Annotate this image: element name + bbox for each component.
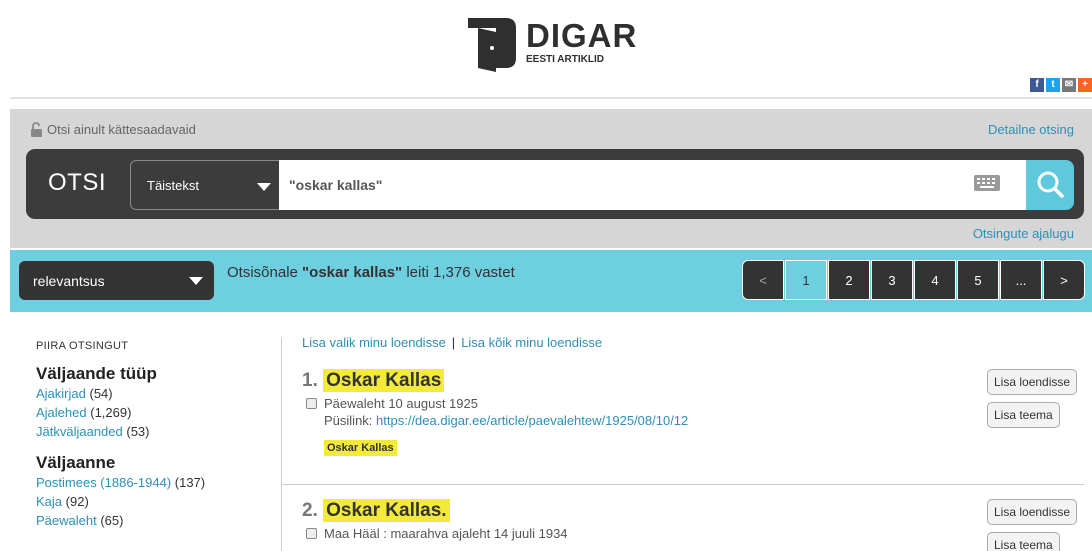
search-label: OTSI — [48, 169, 107, 196]
permalink-url[interactable]: https://dea.digar.ee/article/paevalehtew… — [376, 413, 688, 428]
filter-heading-publication: Väljaanne — [36, 453, 116, 472]
result-permalink: Püsilink: https://dea.digar.ee/article/p… — [324, 413, 1082, 428]
digar-logo-icon — [468, 18, 516, 72]
result-item: 1. Oskar Kallas Päewaleht 10 august 1925… — [302, 369, 1082, 456]
digar-logo[interactable]: DIGAR EESTI ARTIKLID — [466, 14, 637, 72]
detailed-search-link[interactable]: Detailne otsing — [988, 122, 1074, 137]
count-prefix: Otsisõnale — [227, 264, 303, 281]
filter-count: (54) — [89, 386, 113, 401]
filter-count: (137) — [174, 475, 206, 490]
search-input[interactable]: "oskar kallas" — [279, 160, 1026, 210]
result-separator — [282, 484, 1084, 485]
next-page-button[interactable]: > — [1043, 260, 1085, 300]
filter-count: (92) — [65, 494, 89, 509]
filter-item[interactable]: Ajalehed (1,269) — [36, 403, 276, 422]
result-checkbox[interactable] — [306, 398, 317, 409]
filter-sidebar: PIIRA OTSINGUT Väljaande tüüp Ajakirjad … — [36, 334, 276, 530]
permalink-label: Püsilink: — [324, 413, 377, 428]
more-pages-button[interactable]: ... — [1000, 260, 1042, 300]
result-source: Maa Hääl : maarahva ajaleht 14 juuli 193… — [324, 526, 568, 541]
add-all-link[interactable]: Lisa kõik minu loendisse — [461, 335, 602, 350]
result-meta: Päewaleht 10 august 1925 — [302, 396, 1082, 411]
result-checkbox[interactable] — [306, 528, 317, 539]
pagination: < 1 2 3 4 5 ... > — [742, 260, 1086, 300]
share-plus-icon[interactable]: + — [1078, 78, 1092, 92]
result-title-text[interactable]: Oskar Kallas. — [323, 499, 450, 522]
page-1-button[interactable]: 1 — [785, 260, 827, 300]
page-3-button[interactable]: 3 — [871, 260, 913, 300]
filter-count: (65) — [100, 513, 124, 528]
filter-item[interactable]: Ajakirjad (54) — [36, 384, 276, 403]
keyboard-icon[interactable] — [974, 175, 1000, 191]
filter-link[interactable]: Ajalehed — [36, 405, 87, 420]
search-button[interactable] — [1026, 160, 1074, 210]
twitter-icon[interactable]: t — [1046, 78, 1060, 92]
search-type-value: Täistekst — [147, 178, 200, 193]
filter-link[interactable]: Postimees (1886-1944) — [36, 475, 171, 490]
add-topic-button[interactable]: Lisa teema — [987, 532, 1060, 551]
filter-count: (1,269) — [90, 405, 132, 420]
result-number: 2. — [302, 500, 318, 521]
only-available-label: Otsi ainult kättesaadavaid — [47, 122, 196, 137]
chevron-down-icon — [257, 183, 271, 191]
filter-item[interactable]: Päewaleht (65) — [36, 511, 276, 530]
search-type-select[interactable]: Täistekst — [130, 160, 280, 210]
filter-heading-type: Väljaande tüüp — [36, 364, 157, 383]
actions-separator: | — [451, 335, 456, 350]
search-query: "oskar kallas" — [289, 177, 383, 193]
facebook-icon[interactable]: f — [1030, 78, 1044, 92]
filter-item[interactable]: Jätkväljaanded (53) — [36, 422, 276, 441]
result-title[interactable]: 2. Oskar Kallas. — [302, 499, 1082, 522]
header-divider — [10, 97, 1092, 99]
filter-count: (53) — [126, 424, 150, 439]
only-available-toggle[interactable]: Otsi ainult kättesaadavaid — [30, 122, 196, 137]
header: DIGAR EESTI ARTIKLID f t ✉ + — [0, 0, 1092, 98]
page-4-button[interactable]: 4 — [914, 260, 956, 300]
result-count: Otsisõnale "oskar kallas" leiti 1,376 va… — [227, 264, 515, 281]
add-to-list-button[interactable]: Lisa loendisse — [987, 369, 1078, 395]
result-number: 1. — [302, 370, 318, 391]
logo-title: DIGAR — [526, 17, 638, 54]
result-source: Päewaleht 10 august 1925 — [324, 396, 478, 411]
count-query: "oskar kallas" — [302, 264, 403, 281]
add-selected-link[interactable]: Lisa valik minu loendisse — [302, 335, 446, 350]
page-5-button[interactable]: 5 — [957, 260, 999, 300]
result-title-text[interactable]: Oskar Kallas — [323, 369, 445, 392]
search-history-link[interactable]: Otsingute ajalugu — [973, 226, 1074, 241]
filter-link[interactable]: Jätkväljaanded — [36, 424, 123, 439]
sidebar-divider — [281, 338, 282, 551]
filter-title: PIIRA OTSINGUT — [36, 340, 129, 352]
logo-subtitle: EESTI ARTIKLID — [526, 54, 604, 65]
result-title[interactable]: 1. Oskar Kallas — [302, 369, 1082, 392]
unlock-icon — [31, 122, 42, 137]
add-topic-button[interactable]: Lisa teema — [987, 402, 1060, 428]
social-share: f t ✉ + — [1030, 78, 1092, 92]
filter-link[interactable]: Ajakirjad — [36, 386, 86, 401]
filter-item[interactable]: Postimees (1886-1944) (137) — [36, 473, 276, 492]
email-icon[interactable]: ✉ — [1062, 78, 1076, 92]
prev-page-button[interactable]: < — [742, 260, 784, 300]
add-to-list-button[interactable]: Lisa loendisse — [987, 499, 1078, 525]
page-2-button[interactable]: 2 — [828, 260, 870, 300]
result-item: 2. Oskar Kallas. Maa Hääl : maarahva aja… — [302, 499, 1082, 541]
result-tag[interactable]: Oskar Kallas — [324, 440, 397, 456]
result-meta: Maa Hääl : maarahva ajaleht 14 juuli 193… — [302, 526, 1082, 541]
filter-link[interactable]: Kaja — [36, 494, 62, 509]
chevron-down-icon — [189, 277, 203, 285]
search-icon — [1037, 171, 1064, 198]
sort-select[interactable]: relevantsus — [19, 261, 214, 300]
filter-link[interactable]: Päewaleht — [36, 513, 97, 528]
count-suffix: leiti 1,376 vastet — [402, 264, 515, 281]
sort-value: relevantsus — [33, 273, 105, 289]
list-actions: Lisa valik minu loendisse | Lisa kõik minu… — [302, 335, 602, 350]
page: DIGAR EESTI ARTIKLID f t ✉ + Otsi ainult… — [0, 0, 1092, 551]
filter-item[interactable]: Kaja (92) — [36, 492, 276, 511]
